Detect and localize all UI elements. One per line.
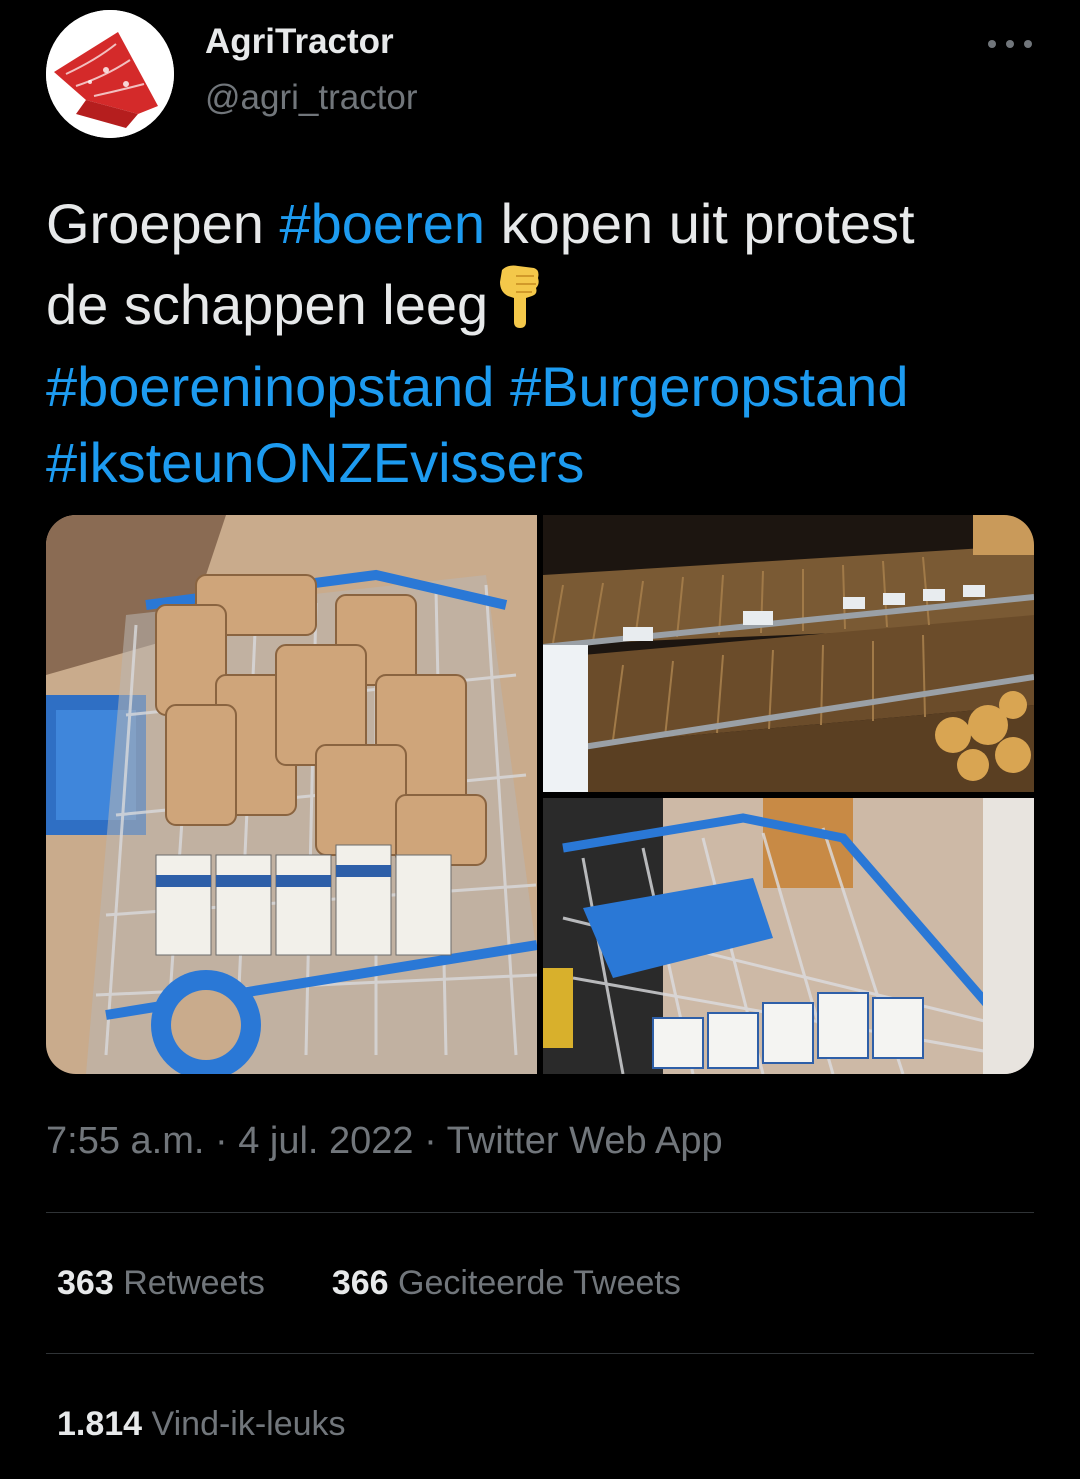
meta-separator: · <box>204 1120 239 1162</box>
quotes-link[interactable]: 366 Geciteerde Tweets <box>332 1264 681 1302</box>
divider <box>46 1212 1034 1213</box>
meta-separator: · <box>413 1120 447 1162</box>
retweets-link[interactable]: 363 Retweets <box>57 1264 265 1302</box>
hashtag-iksteunonzevissers[interactable]: #iksteunONZEvissers <box>46 431 584 494</box>
retweet-stats-row: 363 Retweets 366 Geciteerde Tweets <box>57 1264 681 1303</box>
author-display-name[interactable]: AgriTractor <box>205 22 394 62</box>
photo-empty-shelves[interactable] <box>543 515 1034 792</box>
quotes-label: Geciteerde Tweets <box>398 1264 681 1302</box>
pointing-down-hand-icon <box>494 262 544 349</box>
hashtag-boeren[interactable]: #boeren <box>280 192 486 255</box>
tweet-source[interactable]: Twitter Web App <box>447 1120 723 1162</box>
quotes-count: 366 <box>331 1264 389 1302</box>
photo-cart-milk[interactable] <box>543 798 1034 1074</box>
likes-count: 1.814 <box>57 1405 143 1443</box>
retweets-label: Retweets <box>123 1264 265 1302</box>
retweets-count: 363 <box>57 1264 114 1302</box>
tweet-text-part: kopen uit protest <box>485 192 915 255</box>
tweet-text-part: de schappen leeg <box>46 273 489 336</box>
likes-link[interactable]: 1.814 Vind-ik-leuks <box>57 1405 346 1443</box>
media-grid <box>46 515 1034 1074</box>
likes-stats-row: 1.814 Vind-ik-leuks <box>57 1405 346 1444</box>
tweet-meta: 7:55 a.m. · 4 jul. 2022 · Twitter Web Ap… <box>46 1120 723 1163</box>
tweet-time[interactable]: 7:55 a.m. <box>46 1120 204 1162</box>
likes-label: Vind-ik-leuks <box>151 1405 346 1443</box>
red-bandana-icon <box>46 10 174 138</box>
tweet-text-part: Groepen <box>46 192 280 255</box>
divider <box>46 1353 1034 1354</box>
tweet-text: Groepen #boeren kopen uit protest de sch… <box>46 186 1046 501</box>
author-handle[interactable]: @agri_tractor <box>205 78 418 118</box>
photo-cart-eggs[interactable] <box>46 515 537 1074</box>
hashtag-burgeropstand[interactable]: #Burgeropstand <box>510 355 909 418</box>
more-dots-icon[interactable] <box>988 30 1032 58</box>
tweet-date[interactable]: 4 jul. 2022 <box>238 1120 413 1162</box>
avatar[interactable] <box>46 10 174 138</box>
hashtag-boereninopstand[interactable]: #boereninopstand <box>46 355 494 418</box>
